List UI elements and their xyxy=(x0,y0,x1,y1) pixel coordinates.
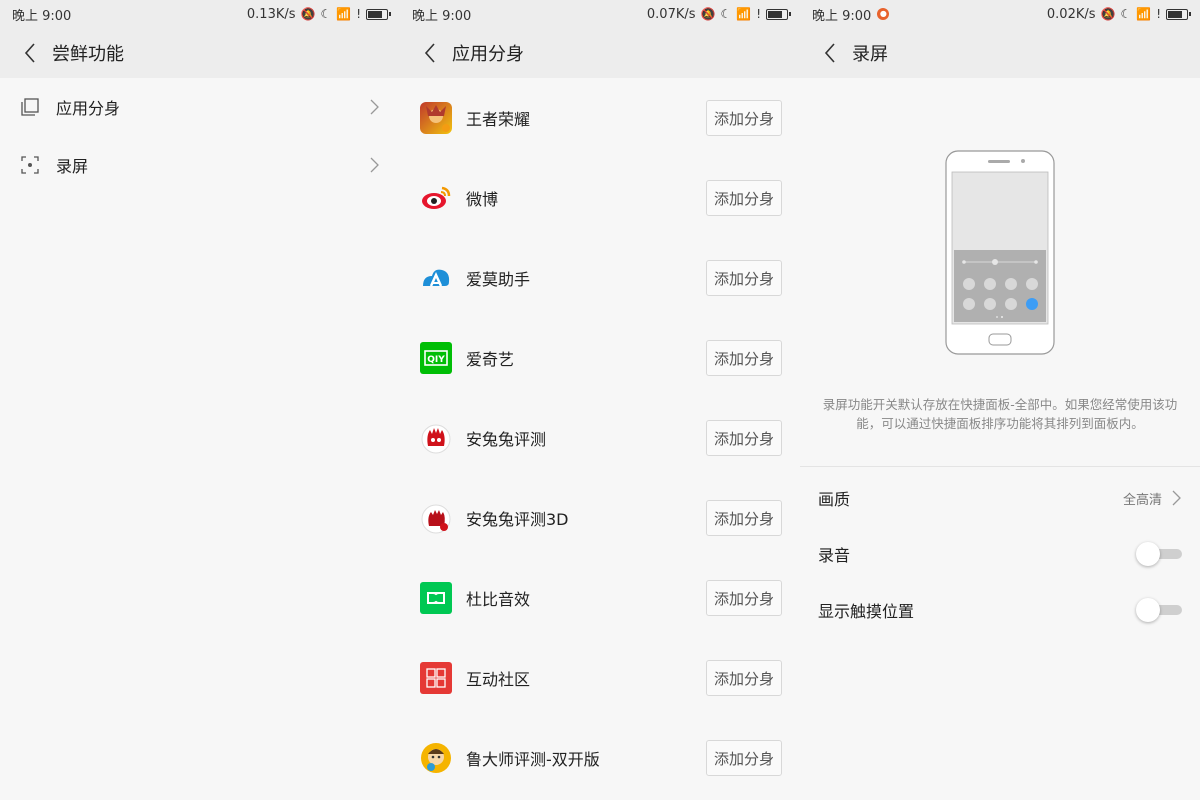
network-speed: 0.07K/s xyxy=(646,6,696,22)
copy-icon xyxy=(20,97,40,117)
moon-icon: ☾ xyxy=(1120,7,1132,21)
menu-item-label: 录屏 xyxy=(56,157,89,176)
battery-icon xyxy=(1166,8,1191,20)
add-clone-button[interactable]: 添加分身 xyxy=(706,100,782,136)
back-arrow-icon xyxy=(824,43,835,63)
ludashi-app-icon xyxy=(420,742,452,774)
community-app-icon xyxy=(420,662,452,694)
mute-icon: 🔕 xyxy=(300,7,316,21)
moon-icon: ☾ xyxy=(720,7,732,21)
back-button[interactable] xyxy=(18,41,42,65)
panel-experimental-features: 晚上 9:00 0.13K/s 🔕 ☾ 📶 ! 尝鲜功能 应用分身 录屏 xyxy=(0,0,400,800)
menu-item-screen-record[interactable]: 录屏 xyxy=(0,136,400,194)
alert-icon: ! xyxy=(356,7,361,21)
divider xyxy=(800,466,1200,467)
add-clone-button[interactable]: 添加分身 xyxy=(706,660,782,696)
page-title: 录屏 xyxy=(852,44,888,65)
app-name: 鲁大师评测-双开版 xyxy=(466,750,600,769)
add-clone-button[interactable]: 添加分身 xyxy=(706,420,782,456)
app-row: 鲁大师评测-双开版 添加分身 xyxy=(400,718,800,798)
app-name: 王者荣耀 xyxy=(466,110,531,129)
status-bar: 晚上 9:00 ● 0.02K/s 🔕 ☾ 📶 ! xyxy=(800,0,1200,28)
network-speed: 0.13K/s xyxy=(246,6,296,22)
app-row: 爱莫助手 添加分身 xyxy=(400,238,800,318)
panel-app-clone: 晚上 9:00 0.07K/s 🔕 ☾ 📶 ! 应用分身 王者荣耀 添加分身 微… xyxy=(400,0,800,800)
add-clone-button[interactable]: 添加分身 xyxy=(706,500,782,536)
chevron-right-icon xyxy=(370,157,379,173)
app-name: 爱奇艺 xyxy=(466,350,515,369)
setting-value: 全高清 xyxy=(1122,492,1162,508)
app-name: 互动社区 xyxy=(466,670,531,689)
page-title: 尝鲜功能 xyxy=(52,44,124,65)
antutu3d-app-icon xyxy=(420,502,452,534)
app-row: 安兔兔评测3D 添加分身 xyxy=(400,478,800,558)
add-clone-button[interactable]: 添加分身 xyxy=(706,260,782,296)
phone-illustration xyxy=(945,150,1055,355)
status-time: 晚上 9:00 xyxy=(812,8,872,24)
setting-record-audio: 录音 xyxy=(800,526,1200,582)
app-name: 杜比音效 xyxy=(466,590,531,609)
app-name: 爱莫助手 xyxy=(466,270,531,289)
alert-icon: ! xyxy=(1156,7,1161,21)
panel-screen-record: 晚上 9:00 ● 0.02K/s 🔕 ☾ 📶 ! 录屏 录屏功能开关默认存放在… xyxy=(800,0,1200,800)
setting-quality[interactable]: 画质 全高清 xyxy=(800,470,1200,526)
screen-record-icon xyxy=(20,155,40,175)
record-audio-toggle[interactable] xyxy=(1136,542,1182,566)
chevron-right-icon xyxy=(370,99,379,115)
top-bar: 尝鲜功能 xyxy=(0,28,400,78)
app-row: 微博 添加分身 xyxy=(400,158,800,238)
back-arrow-icon xyxy=(424,43,435,63)
screen-record-description: 录屏功能开关默认存放在快捷面板-全部中。如果您经常使用该功能，可以通过快捷面板排… xyxy=(822,397,1178,431)
menu-item-label: 应用分身 xyxy=(56,99,121,118)
back-button[interactable] xyxy=(418,41,442,65)
moon-icon: ☾ xyxy=(320,7,332,21)
status-bar: 晚上 9:00 0.13K/s 🔕 ☾ 📶 ! xyxy=(0,0,400,28)
antutu-app-icon xyxy=(420,422,452,454)
app-row: 安兔兔评测 添加分身 xyxy=(400,398,800,478)
add-clone-button[interactable]: 添加分身 xyxy=(706,740,782,776)
page-title: 应用分身 xyxy=(452,44,524,65)
status-bar: 晚上 9:00 0.07K/s 🔕 ☾ 📶 ! xyxy=(400,0,800,28)
add-clone-button[interactable]: 添加分身 xyxy=(706,180,782,216)
weibo-app-icon xyxy=(420,182,452,214)
status-time: 晚上 9:00 xyxy=(12,8,72,24)
mute-icon: 🔕 xyxy=(1100,7,1116,21)
app-row: 王者荣耀 添加分身 xyxy=(400,78,800,158)
svg-text:QIY: QIY xyxy=(427,355,445,365)
dolby-app-icon xyxy=(420,582,452,614)
battery-icon xyxy=(366,8,391,20)
app-name: 微博 xyxy=(466,190,499,209)
wifi-icon: 📶 xyxy=(736,7,752,21)
setting-label: 录音 xyxy=(818,546,851,565)
app-list: 王者荣耀 添加分身 微博 添加分身 爱莫助手 添加分身 QIY 爱奇艺 添加分身… xyxy=(400,78,800,798)
status-time: 晚上 9:00 xyxy=(412,8,472,24)
notification-icon: ● xyxy=(877,8,890,20)
menu-item-app-clone[interactable]: 应用分身 xyxy=(0,78,400,136)
battery-icon xyxy=(766,8,791,20)
setting-label: 画质 xyxy=(818,490,851,509)
add-clone-button[interactable]: 添加分身 xyxy=(706,580,782,616)
add-clone-button[interactable]: 添加分身 xyxy=(706,340,782,376)
app-row: 杜比音效 添加分身 xyxy=(400,558,800,638)
top-bar: 录屏 xyxy=(800,28,1200,78)
setting-label: 显示触摸位置 xyxy=(818,602,915,621)
app-name: 安兔兔评测3D xyxy=(466,510,569,529)
wifi-icon: 📶 xyxy=(1136,7,1152,21)
wangzhe-app-icon xyxy=(420,102,452,134)
top-bar: 应用分身 xyxy=(400,28,800,78)
mute-icon: 🔕 xyxy=(700,7,716,21)
app-name: 安兔兔评测 xyxy=(466,430,547,449)
setting-show-touches: 显示触摸位置 xyxy=(800,582,1200,638)
show-touches-toggle[interactable] xyxy=(1136,598,1182,622)
network-speed: 0.02K/s xyxy=(1046,6,1096,22)
chevron-right-icon xyxy=(1172,490,1181,506)
iqiyi-app-icon: QIY xyxy=(420,342,452,374)
wifi-icon: 📶 xyxy=(336,7,352,21)
alert-icon: ! xyxy=(756,7,761,21)
back-button[interactable] xyxy=(818,41,842,65)
aimo-app-icon xyxy=(420,262,452,294)
back-arrow-icon xyxy=(24,43,35,63)
app-row: 互动社区 添加分身 xyxy=(400,638,800,718)
app-row: QIY 爱奇艺 添加分身 xyxy=(400,318,800,398)
